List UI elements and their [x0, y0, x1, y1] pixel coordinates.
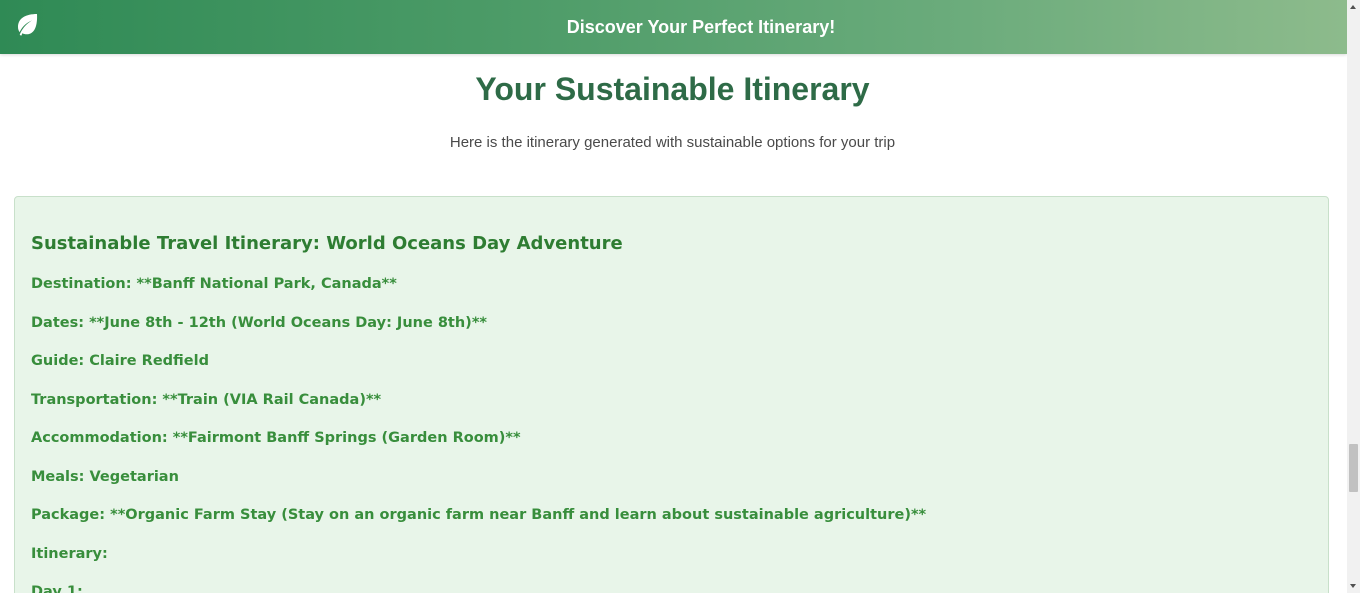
itinerary-package: Package: **Organic Farm Stay (Stay on an…	[31, 507, 927, 523]
scroll-down-arrow-icon[interactable]	[1347, 579, 1360, 593]
page: Discover Your Perfect Itinerary! Your Su…	[0, 0, 1347, 593]
itinerary-meals: Meals: Vegetarian	[31, 469, 179, 485]
itinerary-transportation: Transportation: **Train (VIA Rail Canada…	[31, 392, 382, 408]
page-title: Your Sustainable Itinerary	[475, 71, 870, 107]
top-header: Discover Your Perfect Itinerary!	[0, 0, 1347, 54]
header-title: Discover Your Perfect Itinerary!	[566, 17, 836, 37]
itinerary-heading: Itinerary:	[31, 546, 108, 562]
scrollbar-thumb[interactable]	[1349, 444, 1358, 492]
itinerary-destination: Destination: **Banff National Park, Cana…	[31, 276, 397, 292]
itinerary-title: Sustainable Travel Itinerary: World Ocea…	[31, 233, 623, 254]
scroll-up-arrow-icon[interactable]	[1347, 0, 1360, 14]
itinerary-accommodation: Accommodation: **Fairmont Banff Springs …	[31, 430, 521, 446]
itinerary-card: Sustainable Travel Itinerary: World Ocea…	[14, 196, 1329, 593]
itinerary-day-1: Day 1:	[31, 584, 83, 593]
browser-viewport: Discover Your Perfect Itinerary! Your Su…	[0, 0, 1360, 593]
vertical-scrollbar[interactable]	[1347, 0, 1360, 593]
itinerary-guide: Guide: Claire Redfield	[31, 353, 209, 369]
itinerary-dates: Dates: **June 8th - 12th (World Oceans D…	[31, 315, 487, 331]
page-subtitle: Here is the itinerary generated with sus…	[449, 134, 896, 151]
